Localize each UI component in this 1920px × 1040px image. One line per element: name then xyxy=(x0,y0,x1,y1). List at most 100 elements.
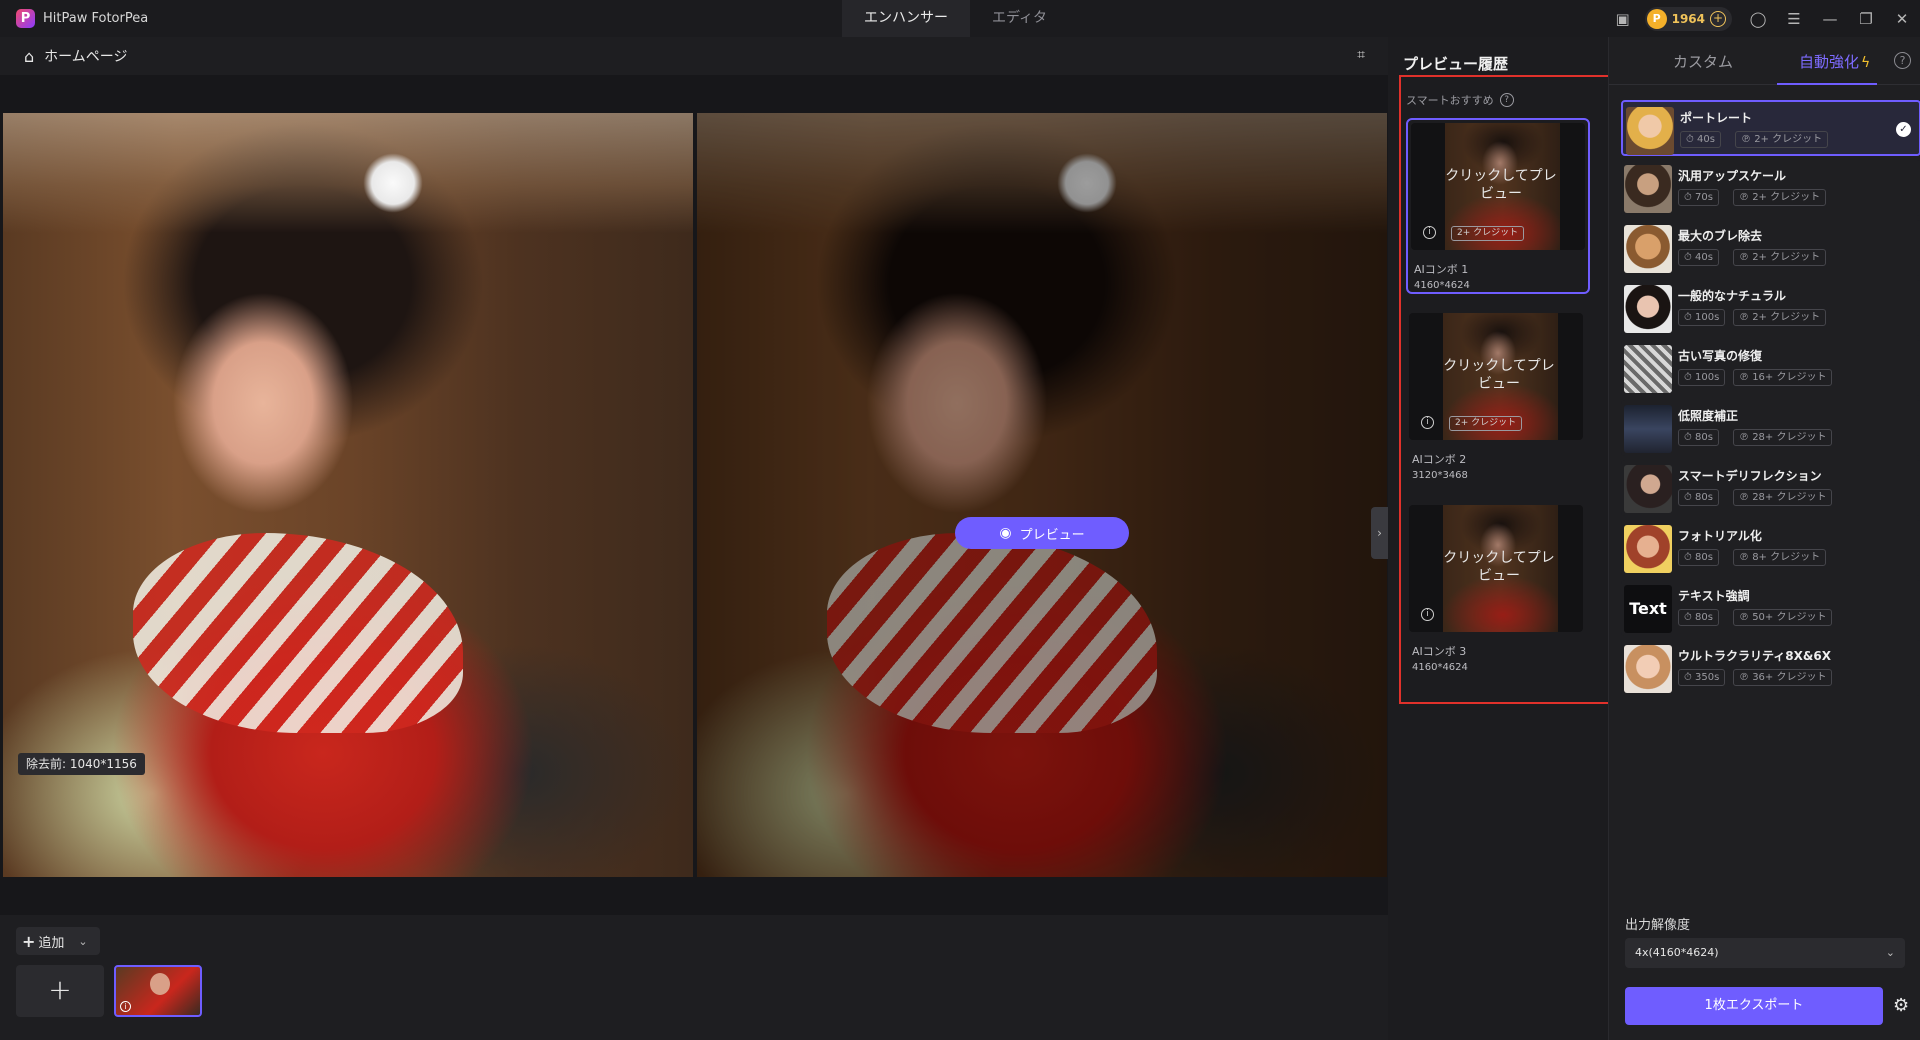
model-credit: ℗ 2+ クレジット xyxy=(1733,189,1827,206)
model-credit: ℗ 28+ クレジット xyxy=(1733,489,1833,506)
app-name: HitPaw FotorPea xyxy=(43,11,149,26)
preview-button[interactable]: ◉ プレビュー xyxy=(955,517,1129,549)
buy-credits-icon[interactable]: + xyxy=(1710,10,1726,27)
title-bar: P HitPaw FotorPea エンハンサー エディタ ▣ P 1964 +… xyxy=(0,0,1920,37)
titlebar-controls: ▣ P 1964 + ◯ ☰ — ❐ ✕ xyxy=(1605,0,1920,37)
model-thumbnail xyxy=(1624,525,1672,573)
info-icon[interactable]: i xyxy=(1423,226,1436,239)
model-thumbnail xyxy=(1624,165,1672,213)
history-card-name: AIコンボ 3 xyxy=(1412,645,1467,658)
model-time: ⏱ 40s xyxy=(1680,131,1721,148)
add-image-button[interactable]: + xyxy=(16,965,104,1017)
model-item[interactable]: 最大のブレ除去 ⏱ 40s ℗ 2+ クレジット xyxy=(1621,220,1920,276)
history-card-image: クリックしてプレビュー i 2+ クレジット xyxy=(1411,123,1585,250)
menu-icon[interactable]: ☰ xyxy=(1776,0,1812,37)
collapse-panel-handle[interactable]: › xyxy=(1371,507,1388,559)
close-icon[interactable]: ✕ xyxy=(1884,0,1920,37)
active-tab-indicator xyxy=(1777,83,1877,85)
preview-history-panel: プレビュー履歴 スマートおすすめ ? クリックしてプレビュー i 2+ クレジッ… xyxy=(1388,37,1620,1040)
history-card-image: クリックしてプレビュー i 2+ クレジット xyxy=(1409,313,1583,440)
model-list: ポートレート ⏱ 40s ℗ 2+ クレジット ✓ 汎用アップスケール ⏱ 70s ℗ 2+… xyxy=(1621,100,1920,700)
model-time: ⏱ 80s xyxy=(1678,549,1719,566)
home-button[interactable]: ⌂ ホームページ xyxy=(24,46,127,66)
history-title: プレビュー履歴 xyxy=(1403,55,1509,73)
help-icon[interactable]: ? xyxy=(1894,52,1911,69)
history-card-name: AIコンボ 1 xyxy=(1414,263,1469,276)
model-credit: ℗ 8+ クレジット xyxy=(1733,549,1827,566)
history-card-name: AIコンボ 2 xyxy=(1412,453,1467,466)
tab-custom[interactable]: カスタム xyxy=(1673,51,1733,72)
before-size-badge: 除去前: 1040*1156 xyxy=(18,753,145,775)
info-icon[interactable]: i xyxy=(1421,416,1434,429)
settings-icon[interactable]: ⚙ xyxy=(1893,995,1909,1016)
coin-icon: P xyxy=(1646,8,1667,29)
model-thumbnail xyxy=(1624,645,1672,693)
model-item[interactable]: Text テキスト強調 ⏱ 80s ℗ 50+ クレジット xyxy=(1621,580,1920,636)
crop-icon[interactable]: ⌗ xyxy=(1357,47,1365,63)
model-time: ⏱ 100s xyxy=(1678,369,1726,386)
model-name: ポートレート xyxy=(1680,111,1753,125)
model-item[interactable]: 低照度補正 ⏱ 80s ℗ 28+ クレジット xyxy=(1621,400,1920,456)
model-thumbnail xyxy=(1624,285,1672,333)
help-icon[interactable]: ? xyxy=(1499,93,1514,107)
output-resolution-select[interactable]: 4x(4160*4624) ⌄ xyxy=(1625,938,1905,968)
click-to-preview-label: クリックしてプレビュー xyxy=(1443,550,1555,584)
model-credit: ℗ 50+ クレジット xyxy=(1733,609,1833,626)
output-resolution-value: 4x(4160*4624) xyxy=(1635,946,1719,959)
mode-tabs: エンハンサー エディタ xyxy=(842,0,1069,37)
model-credit: ℗ 2+ クレジット xyxy=(1733,309,1827,326)
minimize-icon[interactable]: — xyxy=(1812,0,1848,37)
tab-auto-enhance[interactable]: 自動強化 ϟ xyxy=(1799,51,1870,72)
model-name: 古い写真の修復 xyxy=(1678,349,1763,363)
restore-icon[interactable]: ❐ xyxy=(1848,0,1884,37)
model-item[interactable]: ウルトラクラリティ8X&6X ⏱ 350s ℗ 36+ クレジット xyxy=(1621,640,1920,696)
history-card-3[interactable]: クリックしてプレビュー i AIコンボ 3 4160*4624 xyxy=(1406,502,1590,678)
add-dropdown-button[interactable]: + 追加 ⌄ xyxy=(16,927,100,955)
workspace: ⌂ ホームページ ⌗ 除去前: 1040*1156 ◉ プレビュー › xyxy=(0,37,1388,915)
credit-count: 1964 xyxy=(1671,11,1705,26)
tab-enhancer[interactable]: エンハンサー xyxy=(842,0,970,37)
home-icon: ⌂ xyxy=(24,46,35,66)
gallery-icon[interactable]: ▣ xyxy=(1605,0,1641,37)
history-card-dims: 4160*4624 xyxy=(1412,662,1468,673)
model-item[interactable]: ポートレート ⏱ 40s ℗ 2+ クレジット ✓ xyxy=(1621,100,1920,156)
click-to-preview-label: クリックしてプレビュー xyxy=(1445,168,1557,202)
eye-icon: ◉ xyxy=(999,525,1012,541)
info-icon[interactable]: i xyxy=(1421,608,1434,621)
model-time: ⏱ 350s xyxy=(1678,669,1726,686)
export-button[interactable]: 1枚エクスポート xyxy=(1625,987,1883,1025)
model-item[interactable]: フォトリアル化 ⏱ 80s ℗ 8+ クレジット xyxy=(1621,520,1920,576)
tab-editor[interactable]: エディタ xyxy=(970,0,1069,37)
model-time: ⏱ 80s xyxy=(1678,609,1719,626)
image-thumbnail[interactable]: i xyxy=(114,965,202,1017)
account-icon[interactable]: ◯ xyxy=(1740,0,1776,37)
app-logo-icon: P xyxy=(16,9,35,28)
credit-balance[interactable]: P 1964 + xyxy=(1644,6,1732,31)
history-card-2[interactable]: クリックしてプレビュー i 2+ クレジット AIコンボ 2 3120*3468 xyxy=(1406,310,1590,486)
chevron-down-icon: ⌄ xyxy=(1885,946,1895,959)
model-thumbnail xyxy=(1626,107,1674,155)
model-name: スマートデリフレクション xyxy=(1678,469,1822,483)
model-thumbnail xyxy=(1624,225,1672,273)
history-card-1[interactable]: クリックしてプレビュー i 2+ クレジット AIコンボ 1 4160*4624 xyxy=(1406,118,1590,294)
preview-label: プレビュー xyxy=(1019,527,1085,543)
model-item[interactable]: 一般的なナチュラル ⏱ 100s ℗ 2+ クレジット xyxy=(1621,280,1920,336)
model-credit: ℗ 28+ クレジット xyxy=(1733,429,1833,446)
model-time: ⏱ 70s xyxy=(1678,189,1719,206)
model-credit: ℗ 2+ クレジット xyxy=(1735,131,1829,148)
model-item[interactable]: スマートデリフレクション ⏱ 80s ℗ 28+ クレジット xyxy=(1621,460,1920,516)
lightning-icon: ϟ xyxy=(1861,55,1871,71)
after-image xyxy=(697,113,1387,877)
model-thumbnail xyxy=(1624,405,1672,453)
model-item[interactable]: 汎用アップスケール ⏱ 70s ℗ 2+ クレジット xyxy=(1621,160,1920,216)
model-name: ウルトラクラリティ8X&6X xyxy=(1678,649,1831,663)
model-item[interactable]: 古い写真の修復 ⏱ 100s ℗ 16+ クレジット xyxy=(1621,340,1920,396)
model-name: 最大のブレ除去 xyxy=(1678,229,1763,243)
model-time: ⏱ 40s xyxy=(1678,249,1719,266)
model-credit: ℗ 2+ クレジット xyxy=(1733,249,1827,266)
tab-auto-label: 自動強化 xyxy=(1799,53,1860,71)
model-name: 汎用アップスケール xyxy=(1678,169,1787,183)
history-card-dims: 3120*3468 xyxy=(1412,470,1468,481)
add-label: 追加 xyxy=(38,935,65,951)
history-card-dims: 4160*4624 xyxy=(1414,280,1470,291)
